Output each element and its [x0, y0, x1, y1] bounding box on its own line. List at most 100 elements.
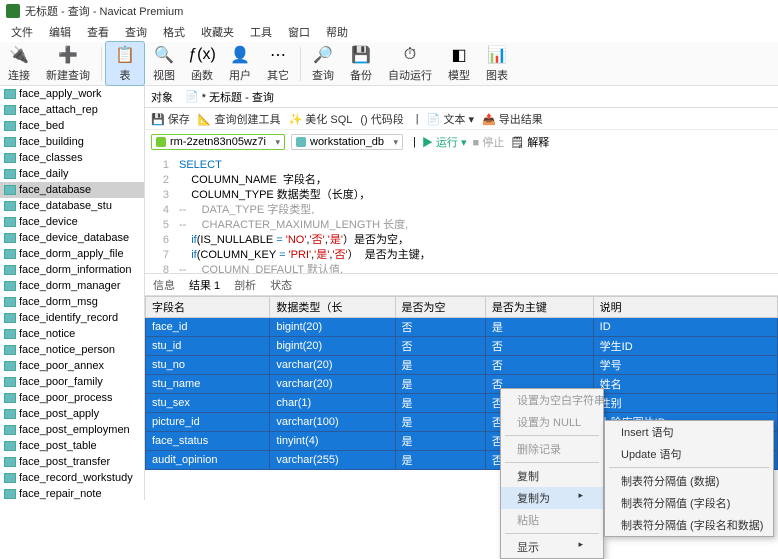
menu-copy-as[interactable]: 复制为 [501, 487, 603, 509]
menu-item[interactable]: 帮助 [319, 22, 355, 42]
table-item[interactable]: face_daily [0, 166, 144, 182]
connection-select[interactable]: rm-2zetn83n05wz7i [151, 134, 285, 150]
cell[interactable]: varchar(100) [270, 413, 395, 432]
cell[interactable]: 是 [395, 375, 485, 394]
cell[interactable]: 学号 [593, 356, 777, 375]
table-item[interactable]: face_dorm_msg [0, 294, 144, 310]
toolbar-button[interactable]: ƒ(x)函数 [183, 42, 221, 85]
export-button[interactable]: 📤 导出结果 [482, 111, 543, 127]
menu-item[interactable]: 窗口 [281, 22, 317, 42]
table-item[interactable]: face_notice_person [0, 342, 144, 358]
sql-editor[interactable]: 1SELECT2 COLUMN_NAME 字段名，3 COLUMN_TYPE 数… [145, 154, 778, 274]
submenu-tab-data[interactable]: 制表符分隔值 (数据) [605, 470, 773, 492]
cell[interactable]: 性别 [593, 394, 777, 413]
cell[interactable]: face_id [146, 318, 270, 337]
cell[interactable]: 否 [395, 318, 485, 337]
toolbar-button[interactable]: 🔎查询 [304, 42, 342, 85]
table-item[interactable]: face_dorm_manager [0, 278, 144, 294]
text-button[interactable]: 📄 文本 ▾ [427, 111, 474, 127]
toolbar-button[interactable]: ⏱自动运行 [380, 42, 440, 85]
table-item[interactable]: face_dorm_information [0, 262, 144, 278]
toolbar-button[interactable]: ⋯其它 [259, 42, 297, 85]
cell[interactable]: audit_opinion [146, 451, 270, 470]
database-select[interactable]: workstation_db [291, 134, 403, 150]
stop-button[interactable]: ■ 停止 [473, 134, 505, 150]
menu-set-null[interactable]: 设置为 NULL [501, 411, 603, 433]
table-item[interactable]: face_dorm_apply_file [0, 246, 144, 262]
cell[interactable]: 是 [395, 432, 485, 451]
menu-item[interactable]: 文件 [4, 22, 40, 42]
menu-delete[interactable]: 删除记录 [501, 438, 603, 460]
table-item[interactable]: face_identify_record [0, 310, 144, 326]
cell[interactable]: stu_no [146, 356, 270, 375]
context-menu[interactable]: 设置为空白字符串 设置为 NULL 删除记录 复制 复制为 粘贴 显示 [500, 388, 604, 559]
tab-result1[interactable]: 结果 1 [189, 277, 220, 293]
submenu-update[interactable]: Update 语句 [605, 443, 773, 465]
cell[interactable]: varchar(20) [270, 356, 395, 375]
table-item[interactable]: face_post_employmen [0, 422, 144, 438]
tab-info[interactable]: 信息 [153, 277, 175, 293]
cell[interactable]: tinyint(4) [270, 432, 395, 451]
toolbar-button[interactable]: 🔍视图 [145, 42, 183, 85]
tab-profile[interactable]: 剖析 [234, 277, 256, 293]
cell[interactable]: 是 [395, 394, 485, 413]
save-button[interactable]: 💾 保存 [151, 111, 190, 127]
cell[interactable]: stu_sex [146, 394, 270, 413]
table-item[interactable]: face_classes [0, 150, 144, 166]
table-item[interactable]: face_post_apply [0, 406, 144, 422]
cell[interactable]: 姓名 [593, 375, 777, 394]
column-header[interactable]: 数据类型（长 [270, 297, 395, 318]
cell[interactable]: bigint(20) [270, 318, 395, 337]
column-header[interactable]: 是否为主键 [485, 297, 593, 318]
table-item[interactable]: face_notice [0, 326, 144, 342]
beautify-button[interactable]: ✨ 美化 SQL [289, 111, 353, 127]
toolbar-button[interactable]: 👤用户 [221, 42, 259, 85]
table-item[interactable]: face_poor_annex [0, 358, 144, 374]
toolbar-button[interactable]: 🔌连接 [0, 42, 38, 85]
table-item[interactable]: face_database_stu [0, 198, 144, 214]
cell[interactable]: 是 [485, 318, 593, 337]
cell[interactable]: varchar(255) [270, 451, 395, 470]
toolbar-button[interactable]: 📋表 [105, 41, 145, 86]
toolbar-button[interactable]: ◧模型 [440, 42, 478, 85]
cell[interactable]: char(1) [270, 394, 395, 413]
menu-item[interactable]: 编辑 [42, 22, 78, 42]
tab-query[interactable]: 📄 * 无标题 - 查询 [185, 89, 274, 105]
cell[interactable]: 否 [485, 356, 593, 375]
sidebar[interactable]: face_apply_workface_attach_repface_bedfa… [0, 86, 145, 500]
toolbar-button[interactable]: ➕新建查询 [38, 42, 98, 85]
table-item[interactable]: face_record_workstudy [0, 470, 144, 486]
submenu-insert[interactable]: Insert 语句 [605, 421, 773, 443]
cell[interactable]: 是 [395, 451, 485, 470]
explain-button[interactable]: 🗒 解释 [510, 134, 549, 150]
table-item[interactable]: face_bed [0, 118, 144, 134]
table-item[interactable]: face_poor_family [0, 374, 144, 390]
cell[interactable]: 学生ID [593, 337, 777, 356]
table-item[interactable]: face_post_transfer [0, 454, 144, 470]
cell[interactable]: stu_id [146, 337, 270, 356]
menu-paste[interactable]: 粘贴 [501, 509, 603, 531]
menu-set-blank[interactable]: 设置为空白字符串 [501, 389, 603, 411]
table-item[interactable]: face_database [0, 182, 144, 198]
menu-item[interactable]: 查看 [80, 22, 116, 42]
tab-status[interactable]: 状态 [270, 277, 292, 293]
cell[interactable]: face_status [146, 432, 270, 451]
menu-display[interactable]: 显示 [501, 536, 603, 558]
menu-copy[interactable]: 复制 [501, 465, 603, 487]
query-builder-button[interactable]: 📐 查询创建工具 [198, 111, 281, 127]
table-item[interactable]: face_post_table [0, 438, 144, 454]
cell[interactable]: bigint(20) [270, 337, 395, 356]
column-header[interactable]: 字段名 [146, 297, 270, 318]
cell[interactable]: 是 [395, 356, 485, 375]
menu-item[interactable]: 工具 [243, 22, 279, 42]
column-header[interactable]: 是否为空 [395, 297, 485, 318]
cell[interactable]: 否 [395, 337, 485, 356]
code-segment-button[interactable]: () 代码段 [360, 111, 403, 127]
table-item[interactable]: face_apply_work [0, 86, 144, 102]
submenu-tab-both[interactable]: 制表符分隔值 (字段名和数据) [605, 514, 773, 536]
toolbar-button[interactable]: 💾备份 [342, 42, 380, 85]
cell[interactable]: picture_id [146, 413, 270, 432]
cell[interactable]: 否 [485, 337, 593, 356]
menu-item[interactable]: 收藏夹 [194, 22, 241, 42]
table-item[interactable]: face_device_database [0, 230, 144, 246]
